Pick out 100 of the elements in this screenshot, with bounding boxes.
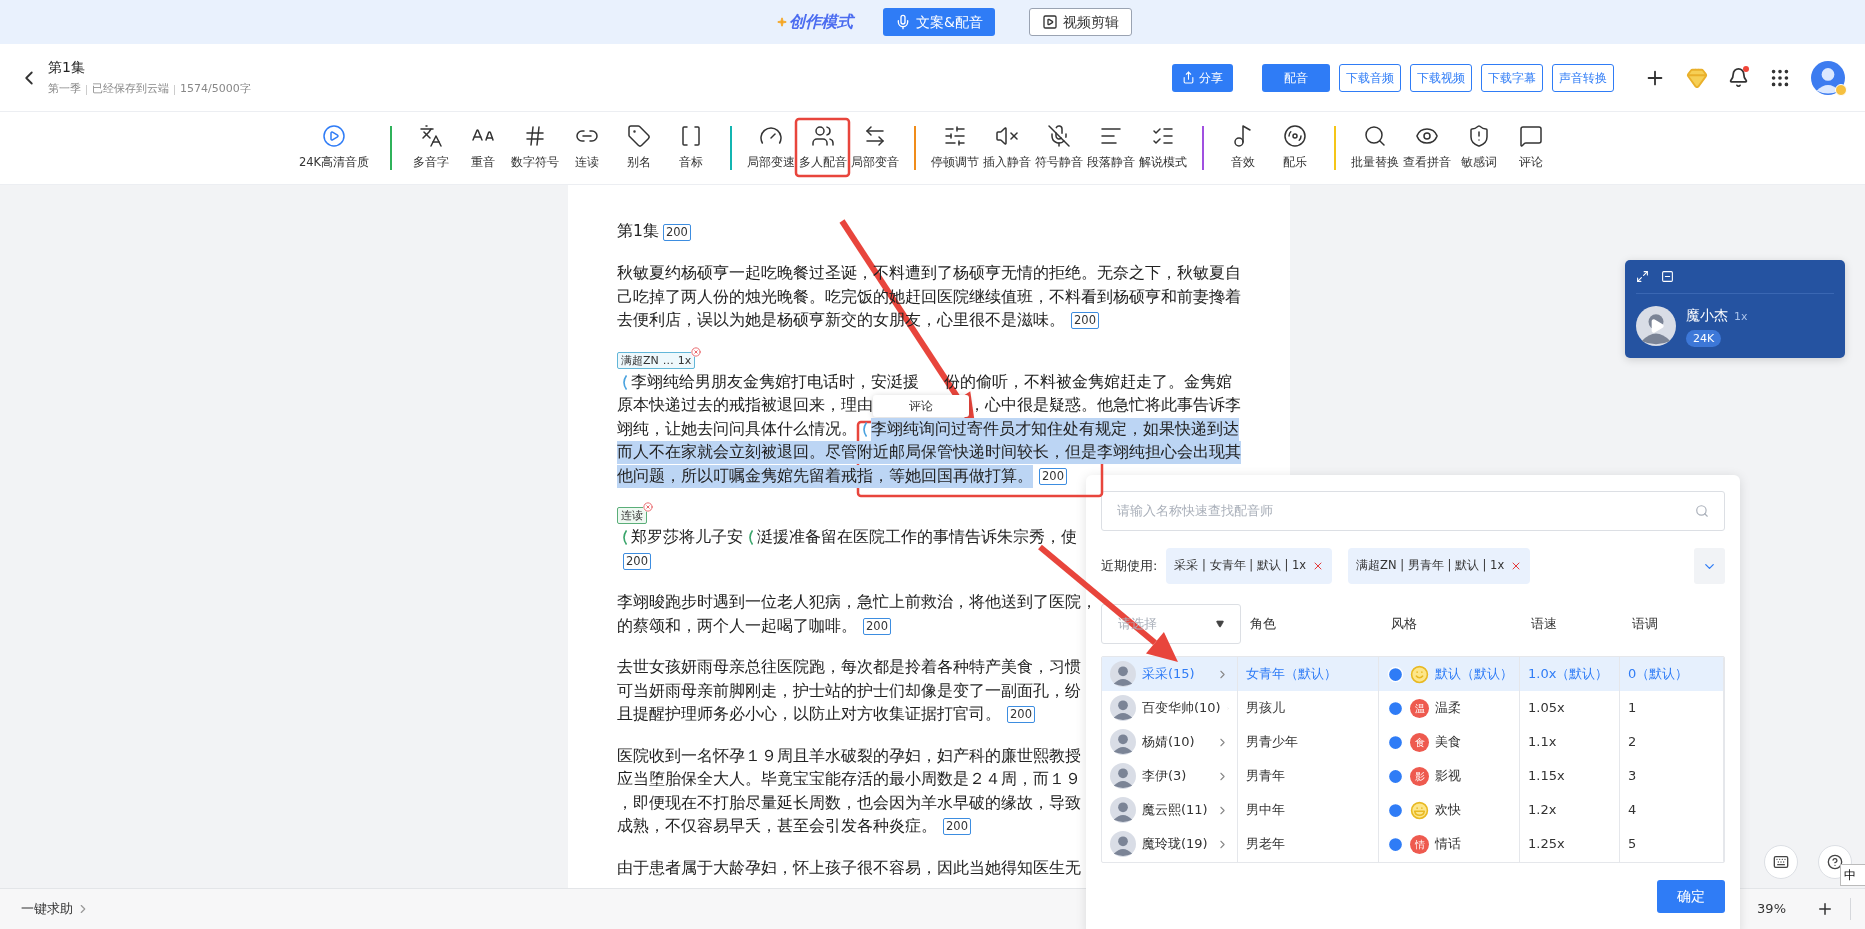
help-link[interactable]: 一键求助 [21,899,73,919]
tool-button[interactable]: 评论 [1505,124,1557,172]
speed-text: 1.0x（默认） [1528,665,1609,684]
mic-off-icon [1047,124,1071,149]
option-item[interactable]: 4 [1620,793,1723,827]
option-item[interactable]: 男中年 [1238,793,1378,827]
tool-button[interactable]: 敏感词 [1453,124,1505,172]
option-item[interactable]: 影 影视 [1379,759,1519,793]
option-item[interactable]: 李伊(3) [1102,759,1237,793]
help-icon [1827,854,1843,870]
tag-text: 连读 [621,508,643,523]
header-button[interactable]: 分享 [1172,63,1233,92]
option-item[interactable]: 2 [1620,725,1723,759]
tool-button[interactable]: 别名 [613,124,665,172]
tag-icon [627,124,651,149]
recent-chip[interactable]: 采采 | 女青年 | 默认 | 1x [1166,548,1333,584]
avatar-icon[interactable] [1811,60,1845,95]
option-item[interactable]: 0（默认） [1620,657,1723,691]
tool-button[interactable]: 解说模式 [1137,124,1189,172]
role-text: 男老年 [1246,835,1285,854]
tone-text: 3 [1628,767,1637,786]
expand-icon[interactable] [1636,270,1649,283]
tool-button[interactable]: 段落静音 [1085,124,1137,172]
option-item[interactable]: 食 美食 [1379,725,1519,759]
tool-button[interactable]: 符号静音 [1033,124,1085,172]
header-button[interactable]: 下载视频 [1410,63,1472,92]
language-icon [419,124,443,149]
tool-button[interactable]: 多人配音 [797,124,849,172]
tool-button[interactable]: 配乐 [1269,124,1321,172]
option-item[interactable]: 魔玲珑(19) [1102,827,1237,861]
tool-button[interactable]: 多音字 [405,124,457,172]
tone-text: 1 [1628,699,1637,718]
text-line: 由于患者属于大龄孕妇，怀上孩子很不容易，因此当她得知医生无 [617,857,1081,879]
swap-icon [863,124,887,149]
option-item[interactable]: 3 [1620,759,1723,793]
option-item[interactable]: 杨婧(10) [1102,725,1237,759]
voice-tag[interactable]: 连读 [617,507,647,524]
tool-button[interactable]: 音标 [665,124,717,172]
style-text: 默认（默认） [1435,665,1513,684]
text-line: 去世女孩妍雨母亲总往医院跑，每次都是拎着各种特产美食，习惯 [617,657,1081,679]
minimize-icon[interactable] [1661,270,1674,283]
option-item[interactable]: 1.0x（默认） [1520,657,1619,691]
option-item[interactable]: 默认（默认） [1379,657,1519,691]
style-badge: 食 [1410,732,1429,752]
laughing-face-icon [1410,800,1429,820]
logo: 创作模式 [789,11,854,33]
disc-icon [1283,124,1307,149]
text-line: ，心中很是疑惑。他急忙将此事告诉李 [969,395,1241,417]
header-button[interactable]: 下载字幕 [1481,63,1543,92]
tool-button[interactable]: 局部变音 [849,124,901,172]
option-item[interactable]: 男青少年 [1238,725,1378,759]
option-item[interactable]: 1.25x [1520,827,1619,861]
header-button[interactable]: 声音转换 [1552,63,1614,92]
option-item[interactable]: 1.2x [1520,793,1619,827]
people-icon [811,124,835,149]
tool-button[interactable]: 24K高清音质 [291,124,377,172]
tool-button[interactable]: 局部变速 [745,124,797,172]
confirm-button[interactable]: 确定 [1657,880,1725,913]
option-item[interactable]: 1 [1620,691,1723,725]
option-item[interactable]: 男老年 [1238,827,1378,861]
tool-button[interactable]: 连读 [561,124,613,172]
tool-button[interactable]: 停顿调节 [929,124,981,172]
header-button[interactable]: 下载音频 [1339,63,1401,92]
option-item[interactable]: 温 温柔 [1379,691,1519,725]
count-badge: 200 [1039,467,1067,485]
meta-text: 第一季 [48,81,81,98]
option-item[interactable]: 1.05x [1520,691,1619,725]
tool-button[interactable]: 音效 [1217,124,1269,172]
option-item[interactable]: 男孩儿 [1238,691,1378,725]
voice-tag[interactable]: 满超ZN … 1x [617,351,696,369]
option-item[interactable]: 男青年 [1238,759,1378,793]
comment-tooltip[interactable]: 评论 [873,394,969,417]
sparkle-icon [777,17,788,27]
option-item[interactable]: 1.1x [1520,725,1619,759]
option-item[interactable]: 百变华帅(10) [1102,691,1237,725]
remove-icon[interactable] [643,502,653,512]
mode-tab[interactable]: 文案&配音 [883,8,995,36]
remove-icon[interactable] [691,346,702,357]
tool-button[interactable]: 查看拼音 [1401,124,1453,172]
option-item[interactable]: 5 [1620,827,1723,861]
option-item[interactable]: 欢快 [1379,793,1519,827]
bell-icon[interactable] [1728,67,1749,88]
tool-button[interactable]: 数字符号 [509,124,561,172]
keyboard-button[interactable] [1764,845,1798,879]
avatar-icon [1110,661,1136,687]
option-item[interactable]: 采采(15) [1102,657,1237,691]
share-icon [1182,71,1195,84]
tool-button[interactable]: 批量替换 [1349,124,1401,172]
option-item[interactable]: 情 情话 [1379,827,1519,861]
meta-text: 1574/5000字 [180,81,251,98]
tool-button[interactable]: 重音 [457,124,509,172]
tool-button[interactable]: 插入静音 [981,124,1033,172]
recent-chip[interactable]: 满超ZN | 男青年 | 默认 | 1x [1348,548,1531,584]
option-item[interactable]: 魔云熙(11) [1102,793,1237,827]
mode-tab[interactable]: 视频剪辑 [1028,8,1132,36]
zoom-in-icon[interactable] [1816,900,1834,918]
header-button[interactable]: 配音 [1262,63,1330,92]
option-item[interactable]: 1.15x [1520,759,1619,793]
option-item[interactable]: 女青年（默认） [1238,657,1378,691]
avatar-icon [1110,729,1136,755]
